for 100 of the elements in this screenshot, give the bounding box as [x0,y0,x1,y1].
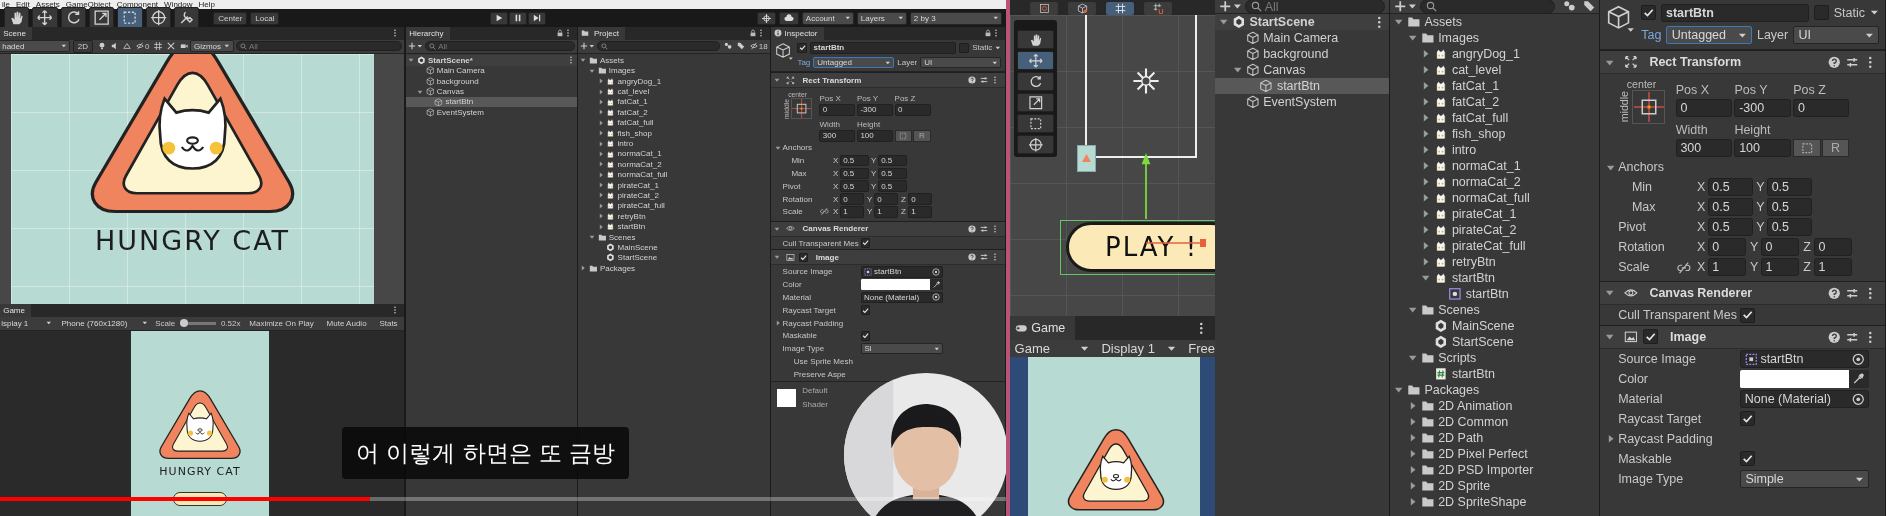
number-field[interactable]: 0.5 [1707,198,1753,217]
tree-item[interactable]: MainScene [578,242,770,253]
tree-item[interactable]: normaCat_full [1390,190,1599,206]
tree-item[interactable]: 2D Path [1390,430,1599,446]
inspector-tab[interactable]: Inspector [771,27,824,40]
tree-item[interactable]: retryBtn [578,211,770,222]
tree-item[interactable]: startBtn [1390,366,1599,382]
tree-item[interactable]: MainScene [1390,318,1599,334]
tree-item[interactable]: pirateCat_1 [1390,206,1599,222]
tree-item[interactable]: Packages [1390,382,1599,398]
number-field[interactable]: 1 [1707,258,1746,277]
tree-item[interactable]: Main Camera [406,65,577,76]
tree-item[interactable]: StartScene [578,252,770,263]
tree-item[interactable]: cat_level [578,86,770,97]
number-field[interactable]: 0 [1675,98,1732,117]
number-field[interactable]: 0 [1760,238,1799,257]
hidden-count-button[interactable]: 18 [747,41,768,51]
number-field[interactable]: 0 [819,103,856,116]
tree-item[interactable]: 2D Pixel Perfect [1390,446,1599,462]
tree-item[interactable]: fatCat_full [578,117,770,128]
dropdown[interactable]: Si [860,342,943,355]
number-field[interactable]: 300 [819,129,856,142]
number-field[interactable]: 0.5 [839,180,869,193]
number-field[interactable]: 0.5 [839,154,869,167]
tree-item[interactable]: startBtn [578,221,770,232]
tree-item[interactable]: Images [1390,30,1599,46]
tree-item[interactable]: background [1215,46,1389,62]
tree-item[interactable]: fatCat_2 [578,107,770,118]
tree-item[interactable]: 2D PSD Importer [1390,462,1599,478]
pivot-button[interactable]: Center [213,11,248,25]
component-header[interactable]: Image [771,249,1005,266]
game-tab[interactable]: Game [0,304,32,317]
number-field[interactable]: 1 [907,206,933,218]
menu-item[interactable]: Help [198,0,215,9]
tree-item[interactable]: pirateCat_2 [1390,222,1599,238]
number-field[interactable]: 100 [857,129,893,142]
tree-item[interactable]: fatCat_full [1390,110,1599,126]
account-dropdown[interactable]: Account [802,11,854,25]
tree-item[interactable]: intro [578,138,770,149]
tree-item[interactable]: StartScene [1390,334,1599,350]
component-header[interactable]: Canvas Renderer [771,220,1005,237]
tree-item[interactable]: Assets [578,55,770,66]
tree-item[interactable]: Images [578,65,770,76]
tree-item[interactable]: fatCat_1 [1390,78,1599,94]
menu-item[interactable]: Assets [35,0,60,9]
number-field[interactable]: 0.5 [1766,198,1812,217]
game-tab[interactable]: Game [1010,316,1076,340]
tree-item[interactable]: EventSystem [1215,94,1389,110]
tree-item[interactable]: startBtn [1390,270,1599,286]
tree-item[interactable]: Canvas [1215,62,1389,78]
number-field[interactable]: 0.5 [1707,218,1753,237]
tree-item[interactable]: fish_shop [578,127,770,139]
hierarchy-tab[interactable]: Hierarchy [406,27,450,40]
number-field[interactable]: 0 [1793,98,1850,117]
tree-item[interactable]: 2D SpriteShape [1390,494,1599,510]
tree-item[interactable]: angryDog_1 [1390,46,1599,62]
menu-item[interactable]: GameObject [65,0,111,9]
tree-item[interactable]: StartScene [1215,14,1389,30]
object-field[interactable]: None (Material) [1740,389,1869,408]
tree-item[interactable]: cat_level [1390,62,1599,78]
tree-item[interactable]: normaCat_1 [1390,158,1599,174]
number-field[interactable]: 300 [1675,139,1732,158]
number-field[interactable]: 100 [1734,139,1791,158]
number-field[interactable]: 0.5 [877,180,907,193]
tree-item[interactable]: background [406,75,577,87]
layer-dropdown[interactable]: UI [1793,26,1879,45]
number-field[interactable]: 0.5 [1766,178,1812,197]
tree-item[interactable]: pirateCat_full [578,200,770,212]
number-field[interactable]: 0.5 [1707,178,1753,197]
number-field[interactable]: 0.5 [1766,218,1812,237]
name-field[interactable]: startBtn [1661,3,1809,22]
hidden-count-button[interactable]: 0 [133,41,150,51]
tree-item[interactable]: Scenes [1390,302,1599,318]
menu-item[interactable]: Edit [16,0,30,9]
menu-item[interactable]: Window [164,0,193,9]
tree-item[interactable]: normaCat_2 [1390,174,1599,190]
tree-item[interactable]: 2D Animation [1390,398,1599,414]
object-field[interactable]: None (Material) [860,291,943,304]
tree-item[interactable]: fish_shop [1390,126,1599,142]
tree-item[interactable]: pirateCat_1 [578,179,770,191]
tree-item[interactable]: startBtn [406,96,577,108]
number-field[interactable]: 0 [1813,238,1852,257]
menu-item[interactable]: ile [2,0,10,9]
scene-tab[interactable]: Scene [0,27,33,40]
shading-dropdown[interactable]: haded [0,40,71,52]
tree-item[interactable]: pirateCat_2 [578,190,770,201]
number-field[interactable]: 0 [907,193,933,205]
number-field[interactable]: 0.5 [839,167,869,180]
component-header[interactable]: Rect Transform [1600,50,1885,75]
number-field[interactable]: -300 [857,103,893,116]
tree-item[interactable]: Packages [578,263,770,274]
tree-item[interactable]: normaCat_1 [578,148,770,160]
tag-dropdown[interactable]: Untagged [1666,26,1752,45]
tree-item[interactable]: startBtn [1390,286,1599,302]
gizmos-dropdown[interactable]: Gizmos [190,40,234,52]
tree-item[interactable]: retryBtn [1390,254,1599,270]
object-field[interactable]: startBtn [860,266,943,278]
tree-item[interactable]: fatCat_2 [1390,94,1599,110]
tree-item[interactable]: 2D Common [1390,414,1599,430]
number-field[interactable]: 1 [1760,258,1799,277]
